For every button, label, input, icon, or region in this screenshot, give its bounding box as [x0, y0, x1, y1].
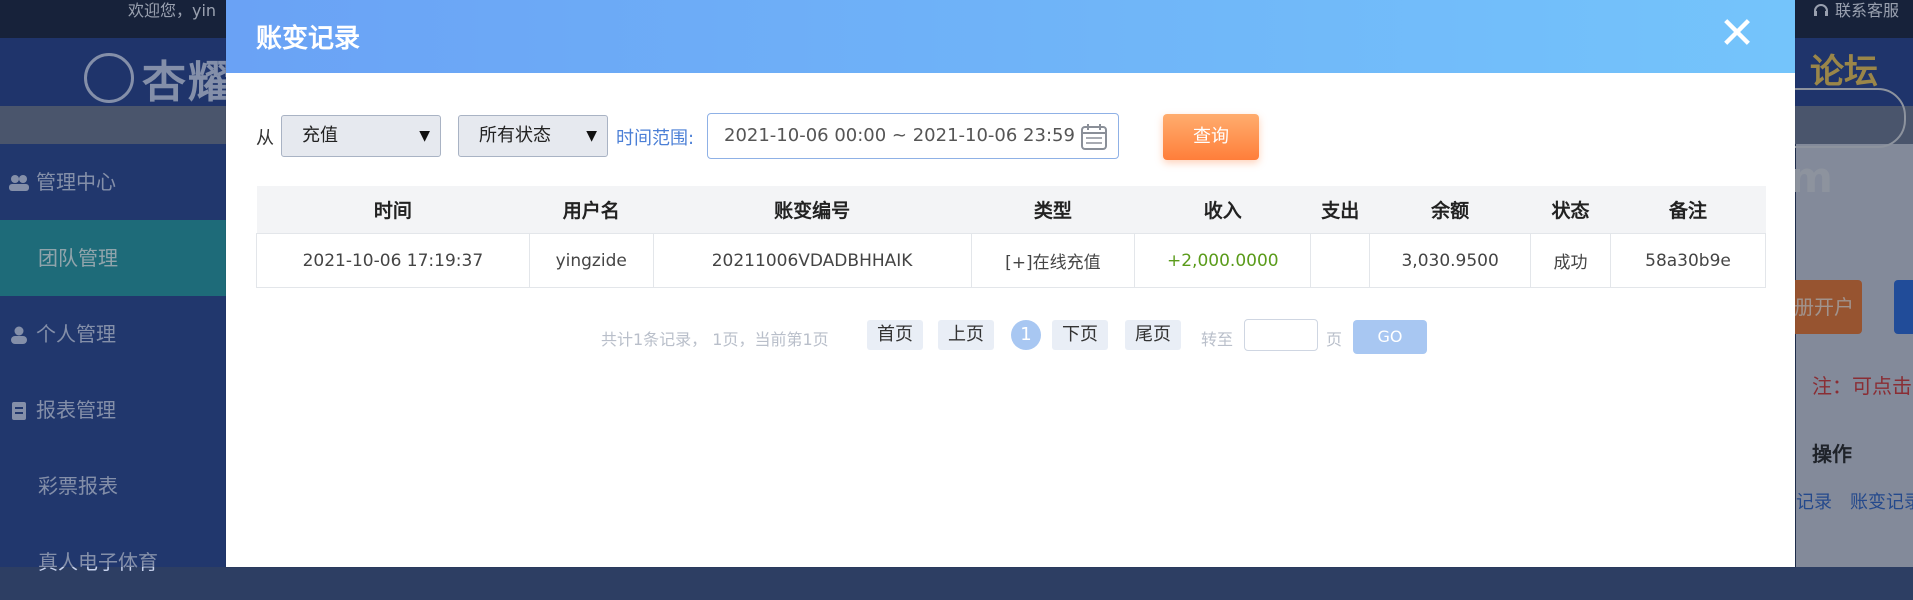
column-header-balance: 余额 [1369, 186, 1531, 234]
table-row: 2021-10-06 17:19:37 yingzide 20211006VDA… [256, 233, 1766, 288]
cell-status: 成功 [1530, 233, 1612, 288]
go-button[interactable]: GO [1353, 320, 1427, 354]
calendar-icon[interactable] [1080, 123, 1108, 151]
prev-page-button[interactable]: 上页 [938, 320, 994, 350]
modal-title: 账变记录 [256, 24, 361, 54]
last-page-button[interactable]: 尾页 [1125, 320, 1181, 350]
time-range-label: 时间范围: [616, 128, 695, 149]
pagination-info: 共计1条记录， 1页，当前第1页 [601, 330, 829, 349]
cell-username: yingzide [528, 233, 654, 288]
column-header-username: 用户名 [529, 186, 654, 234]
column-header-time: 时间 [256, 186, 530, 234]
next-page-button[interactable]: 下页 [1052, 320, 1108, 350]
status-select-value: 所有状态 [479, 125, 551, 146]
cell-income: +2,000.0000 [1134, 233, 1312, 288]
close-icon[interactable]: ✕ [1717, 12, 1757, 56]
date-range-value: 2021-10-06 00:00 ~ 2021-10-06 23:59 [724, 125, 1075, 146]
column-header-note: 备注 [1610, 186, 1766, 234]
type-select[interactable]: 充值 ▼ [281, 115, 441, 157]
date-range-input[interactable]: 2021-10-06 00:00 ~ 2021-10-06 23:59 [707, 113, 1119, 159]
pagination: 共计1条记录， 1页，当前第1页 首页 上页 1 下页 尾页 转至 页 GO [226, 319, 1795, 354]
column-header-status: 状态 [1530, 186, 1611, 234]
first-page-button[interactable]: 首页 [867, 320, 923, 350]
cell-time: 2021-10-06 17:19:37 [256, 233, 530, 288]
cell-record-id: 20211006VDADBHHAIK [652, 233, 972, 288]
cell-expense [1310, 233, 1371, 288]
cell-balance: 3,030.9500 [1369, 233, 1532, 288]
from-label: 从 [256, 128, 274, 149]
type-select-value: 充值 [302, 125, 338, 146]
current-page-indicator[interactable]: 1 [1011, 320, 1041, 350]
page-label: 页 [1326, 330, 1343, 349]
column-header-type: 类型 [971, 186, 1135, 234]
caret-down-icon: ▼ [586, 128, 597, 144]
transaction-records-modal: 账变记录 ✕ 从 充值 ▼ 所有状态 ▼ 时间范围: 2021-10-06 00… [226, 0, 1795, 567]
column-header-record-id: 账变编号 [653, 186, 972, 234]
records-table: 时间 用户名 账变编号 类型 收入 支出 余额 状态 备注 2021-10-06… [256, 186, 1766, 288]
table-header-row: 时间 用户名 账变编号 类型 收入 支出 余额 状态 备注 [256, 186, 1766, 234]
cell-type: [+]在线充值 [970, 233, 1136, 288]
modal-header: 账变记录 ✕ [226, 0, 1795, 73]
column-header-expense: 支出 [1310, 186, 1370, 234]
goto-label: 转至 [1201, 330, 1234, 349]
goto-page-input[interactable] [1244, 319, 1318, 351]
status-select[interactable]: 所有状态 ▼ [458, 115, 608, 157]
cell-note: 58a30b9e [1610, 233, 1766, 288]
caret-down-icon: ▼ [419, 128, 430, 144]
column-header-income: 收入 [1134, 186, 1311, 234]
query-button[interactable]: 查询 [1163, 114, 1259, 160]
